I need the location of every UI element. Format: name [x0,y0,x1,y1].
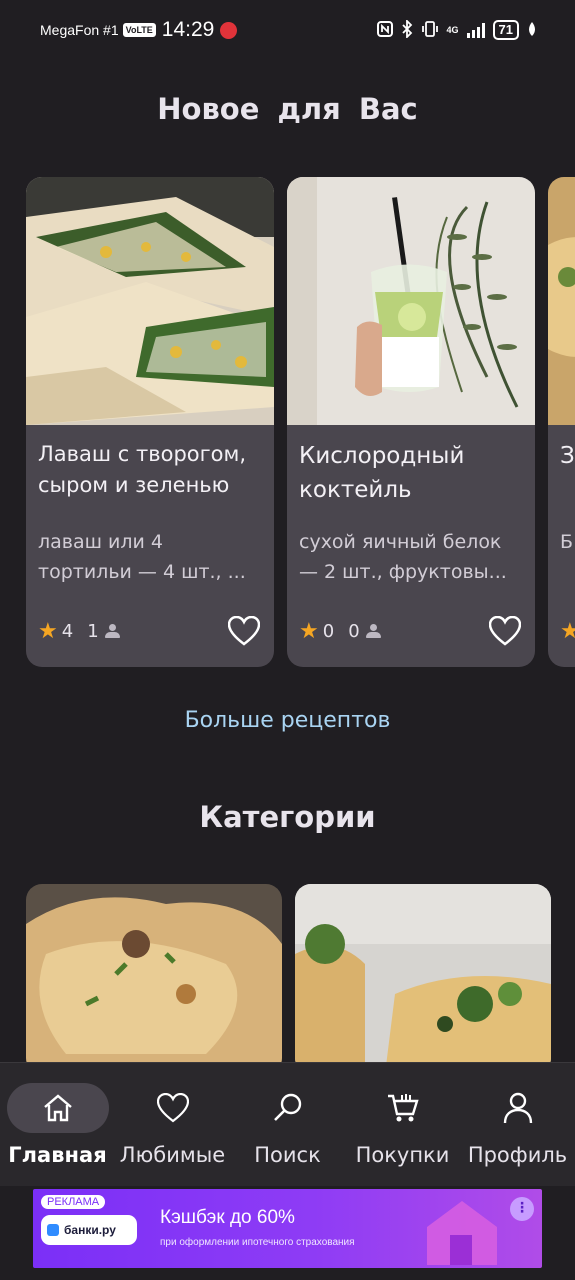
volte-badge: VoLTE [122,23,156,37]
recipe-image [287,177,535,425]
house-illustration-icon [427,1201,497,1265]
user-icon [503,1092,532,1124]
battery-indicator: 71 [492,20,519,40]
star-icon: ★ [38,618,58,644]
clock: 14:29 [161,18,215,41]
recipe-image [26,177,274,425]
ad-headline: Кэшбэк до 60% [160,1207,295,1228]
nfc-icon [376,20,393,40]
recipe-ingredients: Б Л [560,531,575,553]
recipe-card[interactable]: З б Б Л ★ [548,177,575,667]
brand-icon [47,1224,59,1236]
ad-brand-logo: банки.ру [41,1215,137,1245]
more-recipes-link[interactable]: Больше рецептов [0,708,575,733]
nav-favorites-label: Любимые [119,1143,226,1167]
category-tile[interactable] [26,884,282,1074]
nav-favorites-button[interactable] [122,1083,224,1133]
recipe-ingredients: лаваш или 4 тортильи — 4 шт., ... [38,531,246,583]
nav-shopping-label: Покупки [355,1143,450,1167]
favorite-heart-icon[interactable] [226,613,262,649]
nav-profile[interactable]: Профиль [460,1083,575,1167]
home-icon [43,1094,72,1122]
nav-shopping-button[interactable] [352,1083,454,1133]
recipe-reviews-count: 1 [87,620,99,642]
cart-icon [387,1094,419,1122]
ad-brand: банки.ру [64,1223,116,1237]
favorite-heart-icon[interactable] [487,613,523,649]
recipe-title[interactable]: Кислородный коктейль [299,439,523,511]
recipe-ingredients: сухой яичный белок — 2 шт., фруктовы... [299,531,507,583]
nav-favorites[interactable]: Любимые [115,1083,230,1167]
section-title-categories: Категории [199,800,376,834]
person-icon [104,623,120,639]
recipe-rating: 4 [61,620,74,642]
recipe-reviews-count: 0 [348,620,360,642]
carrier-name: MegaFon #1 [40,22,119,38]
nav-home-label: Главная [8,1143,107,1167]
bottom-navigation: Главная Любимые Поиск Покупки Профиль [0,1062,575,1186]
network-type: 4G [446,24,459,35]
search-icon [273,1093,301,1121]
vibrate-icon [421,20,439,41]
signal-icon [466,22,485,38]
nav-search[interactable]: Поиск [230,1083,345,1167]
ad-subtext: при оформлении ипотечного страхования [160,1237,355,1248]
section-title-new: Новое для Вас [157,92,418,126]
nav-shopping[interactable]: Покупки [345,1083,460,1167]
notification-alert-icon [220,21,238,39]
recipe-card[interactable]: Лаваш с творогом, сыром и зеленью лаваш … [26,177,274,667]
recipe-title[interactable]: З б [560,439,575,511]
ad-label: РЕКЛАМА [41,1195,106,1209]
nav-search-label: Поиск [254,1143,321,1167]
category-tile[interactable] [295,884,551,1074]
category-image [26,884,282,1074]
nav-home[interactable]: Главная [0,1083,115,1167]
ad-banner[interactable]: РЕКЛАМА банки.ру Кэшбэк до 60% при оформ… [33,1189,542,1268]
category-image [295,884,551,1074]
nav-search-button[interactable] [237,1083,339,1133]
recipe-card[interactable]: Кислородный коктейль сухой яичный белок … [287,177,535,667]
recipe-title[interactable]: Лаваш с творогом, сыром и зеленью [38,439,262,511]
star-icon: ★ [299,618,319,644]
recipe-image [548,177,575,425]
recipe-rating: 0 [322,620,335,642]
star-icon: ★ [560,618,575,644]
heart-icon [156,1093,189,1123]
status-bar: MegaFon #1 VoLTE 14:29 4G 71 [0,0,575,60]
nav-home-indicator[interactable] [6,1083,109,1133]
leaf-icon [527,21,537,40]
nav-profile-button[interactable] [467,1083,569,1133]
nav-profile-label: Профиль [467,1143,568,1167]
recipe-carousel[interactable]: Лаваш с творогом, сыром и зеленью лаваш … [0,177,575,669]
bluetooth-icon [401,18,413,41]
person-icon [365,623,381,639]
ad-more-options-icon[interactable]: ⋮ [510,1197,534,1221]
